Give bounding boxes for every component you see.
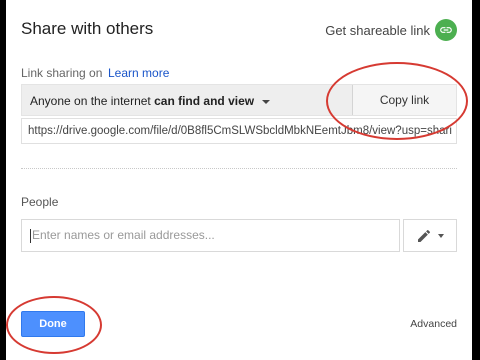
copy-link-button[interactable]: Copy link [352,85,456,115]
access-permission: can find and view [154,94,255,108]
get-shareable-link-label[interactable]: Get shareable link [325,23,430,38]
dropdown-arrow-icon [262,99,271,104]
people-label: People [21,195,59,209]
dialog-title: Share with others [21,19,154,38]
pencil-icon [418,229,431,242]
advanced-link[interactable]: Advanced [410,318,457,330]
share-dialog: Share with others Get shareable link Lin… [6,0,472,360]
done-button[interactable]: Done [21,311,85,337]
link-sharing-label: Link sharing on [21,66,103,80]
share-url-field[interactable]: https://drive.google.com/file/d/0B8fl5Cm… [21,118,457,144]
people-input[interactable]: Enter names or email addresses... [21,219,400,252]
text-cursor [30,228,31,243]
divider [21,168,457,169]
chevron-down-icon [438,233,444,238]
people-input-placeholder: Enter names or email addresses... [32,228,215,242]
learn-more-link[interactable]: Learn more [108,66,169,80]
access-level-dropdown[interactable]: Anyone on the internet can find and view [30,94,271,108]
access-row: Anyone on the internet can find and view… [21,84,457,116]
permission-edit-button[interactable] [403,219,457,252]
link-icon[interactable] [435,19,457,41]
access-prefix: Anyone on the internet [30,94,155,108]
